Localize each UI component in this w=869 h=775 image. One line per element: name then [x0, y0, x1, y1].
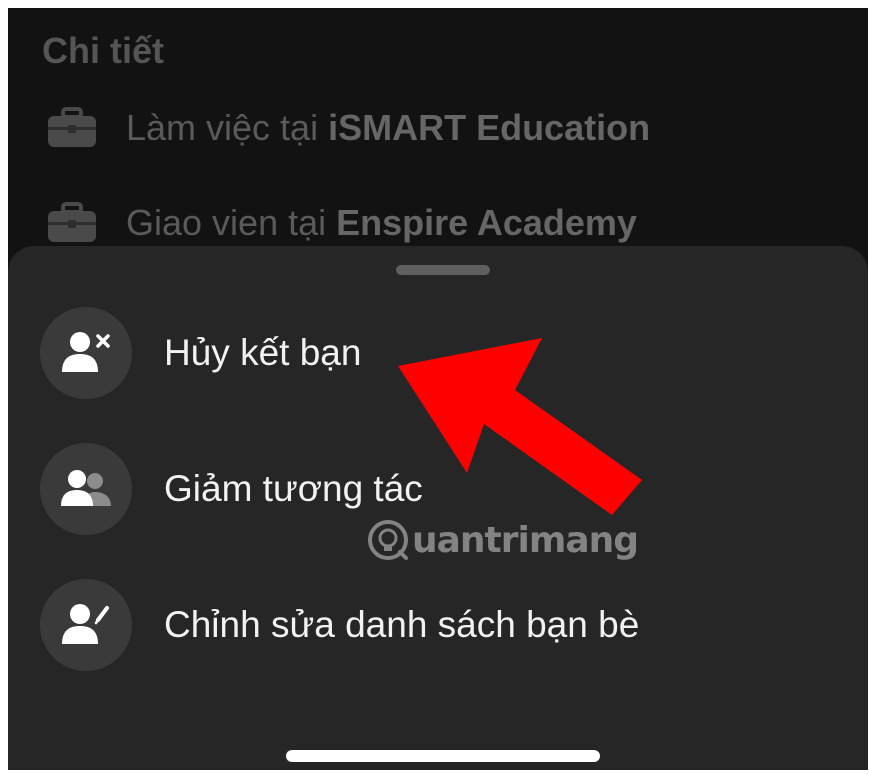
reduce-interaction-label: Giảm tương tác: [164, 468, 423, 509]
unfriend-label: Hủy kết bạn: [164, 332, 362, 373]
edit-friend-list-icon: [62, 604, 109, 644]
detail-teacher-text: Giao vien tại Enspire Academy: [126, 202, 637, 243]
edit-friend-list-icon-container: [40, 579, 132, 671]
briefcase-icon: [48, 202, 96, 242]
profile-details-section: Chi tiết Làm việc tại iSMART Education G…: [8, 8, 868, 268]
detail-row-work: Làm việc tại iSMART Education: [46, 103, 650, 153]
unfriend-icon: [62, 332, 110, 372]
detail-work-text: Làm việc tại iSMART Education: [126, 107, 651, 148]
details-title: Chi tiết: [42, 30, 164, 71]
watermark-text: uantrimang: [412, 519, 639, 561]
home-indicator[interactable]: [286, 750, 600, 762]
friend-options-sheet: Hủy kết bạn Giảm tương tác Chỉnh sửa dan…: [8, 246, 868, 770]
watermark-logo-icon: [368, 520, 408, 560]
sheet-grabber[interactable]: [396, 265, 490, 275]
unfriend-icon-container: [40, 307, 132, 399]
friends-icon: [61, 470, 111, 506]
briefcase-icon: [48, 107, 96, 147]
menu-item-unfriend[interactable]: Hủy kết bạn: [40, 307, 361, 399]
edit-friend-list-label: Chỉnh sửa danh sách bạn bè: [164, 604, 640, 645]
friends-icon-container: [40, 443, 132, 535]
app-screen: Chi tiết Làm việc tại iSMART Education G…: [8, 8, 868, 770]
detail-row-teacher: Giao vien tại Enspire Academy: [46, 198, 637, 248]
watermark: uantrimang: [366, 518, 639, 562]
menu-item-edit-friend-list[interactable]: Chỉnh sửa danh sách bạn bè: [40, 579, 639, 671]
